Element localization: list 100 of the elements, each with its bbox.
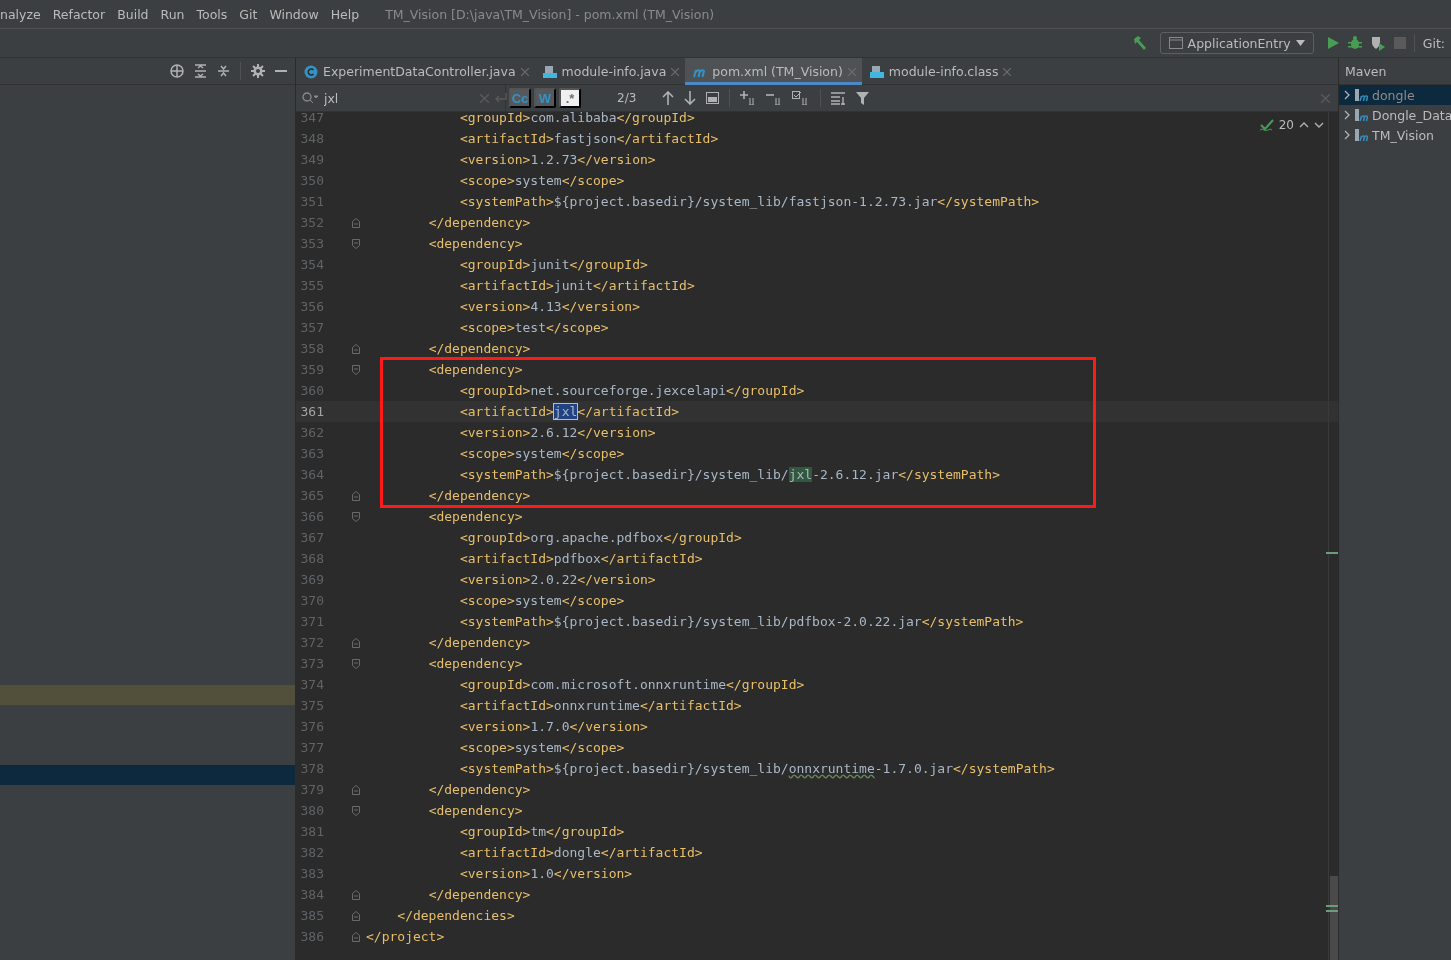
code-line: <artifactId>dongle</artifactId>	[458, 845, 703, 860]
check-icon[interactable]	[1259, 119, 1274, 131]
menu-item[interactable]: Git	[239, 6, 258, 22]
arrow-down-icon[interactable]	[684, 91, 697, 105]
remove-occurrence-icon[interactable]	[766, 91, 783, 105]
editor-tab[interactable]: ExperimentDataController.java	[296, 58, 535, 85]
code-line: <dependency>	[427, 236, 523, 251]
fold-icon[interactable]	[352, 511, 360, 522]
code-line: <dependency>	[427, 803, 523, 818]
hammer-icon[interactable]	[1131, 35, 1148, 51]
fold-end-icon[interactable]	[352, 784, 360, 795]
code-line: </dependency>	[427, 887, 531, 902]
line-number: 348	[299, 131, 324, 146]
line-number: 369	[299, 572, 324, 587]
code-line: <dependency>	[427, 509, 523, 524]
search-option-toggle[interactable]: .*	[559, 88, 581, 108]
run-icon[interactable]	[1325, 36, 1340, 50]
line-number: 357	[299, 320, 324, 335]
maven-project-item[interactable]: Dongle_Data	[1339, 105, 1451, 125]
fold-icon[interactable]	[352, 364, 360, 375]
line-number: 380	[299, 803, 324, 818]
code-line: <groupId>org.apache.pdfbox</groupId>	[458, 530, 742, 545]
fold-end-icon[interactable]	[352, 217, 360, 228]
close-icon[interactable]	[671, 67, 680, 76]
arrow-up-icon[interactable]	[662, 91, 675, 105]
line-number: 373	[299, 656, 324, 671]
close-icon[interactable]	[1003, 67, 1012, 76]
code-line: </dependency>	[427, 782, 531, 797]
code-line: <version>2.6.12</version>	[458, 425, 656, 440]
filter-icon[interactable]	[856, 91, 870, 105]
line-number: 382	[299, 845, 324, 860]
line-number: 353	[299, 236, 324, 251]
menu-item[interactable]: Refactor	[52, 6, 106, 22]
editor-tab[interactable]: pom.xml (TM_Vision)	[685, 58, 862, 85]
class-icon	[304, 64, 318, 79]
fold-icon[interactable]	[352, 805, 360, 816]
shield-run-icon[interactable]	[1369, 35, 1386, 51]
search-icon[interactable]	[302, 92, 318, 104]
scrollbar[interactable]	[1328, 112, 1338, 960]
line-number: 386	[299, 929, 324, 944]
fold-end-icon[interactable]	[352, 910, 360, 921]
inspection-count[interactable]: 20	[1278, 118, 1294, 132]
code-line: <artifactId>fastjson</artifactId>	[458, 131, 719, 146]
expand-all-icon[interactable]	[194, 64, 207, 78]
menu-item[interactable]: Run	[160, 6, 185, 22]
maven-module-icon	[1354, 128, 1368, 142]
clear-icon[interactable]	[480, 93, 489, 103]
editor-tab[interactable]: module-info.class	[861, 58, 1018, 85]
fold-end-icon[interactable]	[352, 889, 360, 900]
maven-project-item[interactable]: dongle	[1339, 85, 1451, 105]
fold-end-icon[interactable]	[352, 490, 360, 501]
code-line: <artifactId>onnxruntime</artifactId>	[458, 698, 742, 713]
code-line: <version>1.2.73</version>	[458, 152, 656, 167]
line-number: 381	[299, 824, 324, 839]
code-line: </dependency>	[427, 635, 531, 650]
menu-item[interactable]: Help	[330, 6, 360, 22]
fold-end-icon[interactable]	[352, 637, 360, 648]
bug-icon[interactable]	[1347, 36, 1362, 50]
code-line: <dependency>	[427, 656, 523, 671]
menu-item[interactable]: nalyze	[0, 6, 41, 22]
window-icon	[1168, 37, 1183, 49]
maven-project-item[interactable]: TM_Vision	[1339, 125, 1451, 145]
fold-end-icon[interactable]	[352, 931, 360, 942]
code-line: <version>1.0</version>	[458, 866, 633, 881]
line-number: 372	[299, 635, 324, 650]
code-line: <scope>system</scope>	[458, 173, 625, 188]
filter-lines-icon[interactable]	[831, 91, 847, 105]
line-number: 355	[299, 278, 324, 293]
code-line: <groupId>junit</groupId>	[458, 257, 648, 272]
maven-module-icon	[1354, 108, 1368, 122]
fold-icon[interactable]	[352, 658, 360, 669]
code-line: <groupId>net.sourceforge.jexcelapi</groupId>	[458, 383, 805, 398]
fold-icon[interactable]	[352, 238, 360, 249]
newline-icon[interactable]	[495, 93, 507, 103]
close-icon[interactable]	[1321, 93, 1330, 103]
settings-icon[interactable]	[251, 64, 265, 78]
run-configuration-dropdown[interactable]: ApplicationEntry	[1159, 32, 1314, 54]
code-line: <groupId>com.microsoft.onnxruntime</groupId>	[458, 677, 805, 692]
code-line: </dependencies>	[396, 908, 515, 923]
close-icon[interactable]	[847, 67, 856, 76]
line-number: 354	[299, 257, 324, 272]
fold-end-icon[interactable]	[352, 343, 360, 354]
menu-item[interactable]: Tools	[196, 6, 228, 22]
editor-tab[interactable]: module-info.java	[534, 58, 686, 85]
menu-item[interactable]: Build	[117, 6, 149, 22]
close-icon[interactable]	[520, 67, 529, 76]
line-number: 375	[299, 698, 324, 713]
chevron-up-icon[interactable]	[1299, 122, 1309, 128]
menu-item[interactable]: Window	[269, 6, 319, 22]
stop-icon[interactable]	[1393, 37, 1406, 49]
code-line: <version>1.7.0</version>	[458, 719, 648, 734]
search-field[interactable]: jxl	[324, 90, 474, 106]
add-occurrence-icon[interactable]	[740, 91, 757, 105]
line-number: 356	[299, 299, 324, 314]
collapse-all-icon[interactable]	[217, 64, 230, 78]
code-line: </project>	[366, 929, 445, 944]
crosshair-icon[interactable]	[170, 64, 184, 78]
chevron-down-icon[interactable]	[1314, 122, 1324, 128]
window-icon[interactable]	[706, 92, 720, 104]
code-line: <dependency>	[427, 362, 523, 377]
